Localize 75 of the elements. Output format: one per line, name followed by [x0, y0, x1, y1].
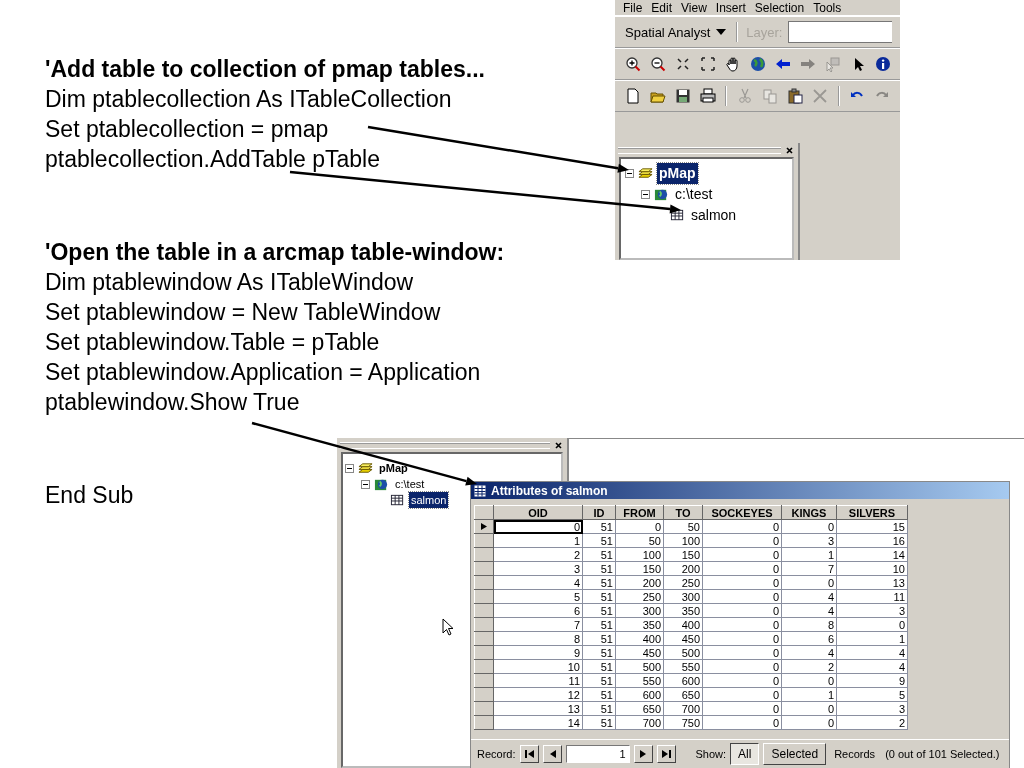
column-header[interactable]: KINGS [781, 505, 837, 520]
code-comment: 'Open the table in a arcmap table-window: [45, 238, 505, 267]
code-line: Set ptablewindow = New TableWindow [45, 298, 442, 327]
menu-item[interactable]: View [681, 0, 707, 15]
code-line: Set ptablewindow.Table = pTable [45, 328, 381, 357]
close-icon[interactable] [553, 439, 564, 451]
last-record-icon [661, 750, 671, 758]
save-icon[interactable] [674, 88, 691, 104]
window-title: Attributes of salmon [491, 483, 608, 498]
globe-icon[interactable] [749, 56, 766, 72]
info-icon[interactable] [874, 56, 891, 72]
caret-icon [716, 29, 727, 35]
grip-handle[interactable] [340, 441, 550, 449]
code-line: Set ptablewindow.Application = Application [45, 358, 482, 387]
collapse-toggle-icon[interactable] [345, 463, 354, 473]
record-field[interactable]: 1 [565, 745, 630, 763]
show-option-button[interactable]: Selected [763, 743, 827, 765]
code-comment: 'Add table to collection of pmap tables... [45, 55, 485, 84]
tree-item[interactable]: salmon [689, 205, 739, 226]
code-line: Set ptablecollection = pmap [45, 115, 330, 144]
next-record-button[interactable] [633, 745, 653, 763]
menu-item[interactable]: Tools [813, 0, 842, 15]
column-header[interactable]: SILVERS [836, 505, 908, 520]
tree-item[interactable]: pMap [657, 163, 698, 184]
menu-item[interactable]: Edit [651, 0, 673, 15]
previous-record-button[interactable] [542, 745, 562, 763]
code-line: ptablecollection.AddTable pTable [45, 145, 382, 174]
record-label: Record: [477, 748, 516, 760]
collapse-toggle-icon[interactable] [641, 190, 650, 199]
mouse-pointer-icon [442, 618, 454, 636]
fixed-zoom-out-icon[interactable] [699, 56, 716, 72]
tree-item[interactable]: c:\test [673, 184, 715, 205]
show-option-button[interactable]: All [730, 743, 760, 765]
column-header[interactable]: SOCKEYES [702, 505, 782, 520]
next-record-icon [638, 750, 648, 758]
menu-item[interactable]: File [623, 0, 643, 15]
records-label: Records [834, 748, 876, 760]
column-header[interactable]: OID [493, 505, 583, 520]
spatial-analyst-dropdown[interactable]: Spatial Analyst [623, 22, 729, 42]
tree-item[interactable]: salmon [409, 492, 449, 508]
layers-icon [358, 460, 373, 476]
code-line: End Sub [45, 481, 134, 510]
current-row-icon [481, 523, 487, 530]
paste-icon[interactable] [787, 88, 804, 104]
menu-item[interactable]: Insert [715, 0, 746, 15]
code-line: Dim ptablecollection As ITableCollection [45, 85, 453, 114]
hand-icon[interactable] [724, 56, 741, 72]
close-icon[interactable] [784, 144, 795, 156]
table-icon [390, 492, 405, 508]
layer-field[interactable] [788, 21, 892, 43]
layers-icon [638, 166, 653, 181]
fixed-zoom-in-icon[interactable] [674, 56, 691, 72]
back-arrow-icon[interactable] [774, 56, 791, 72]
column-header[interactable]: FROM [615, 505, 664, 520]
collapse-toggle-icon[interactable] [361, 479, 370, 489]
table-icon [474, 484, 486, 497]
printer-icon[interactable] [699, 88, 716, 104]
show-label: Show: [695, 748, 727, 760]
code-line: ptablewindow.Show True [45, 388, 301, 417]
column-header[interactable]: ID [582, 505, 616, 520]
first-record-button[interactable] [519, 745, 539, 763]
code-line: Dim ptablewindow As ITableWindow [45, 268, 415, 297]
database-icon [654, 187, 669, 202]
zoom-out-icon[interactable] [649, 56, 666, 72]
last-record-button[interactable] [656, 745, 676, 763]
zoom-in-icon[interactable] [624, 56, 641, 72]
records-status: (0 out of 101 Selected.) [885, 748, 1000, 760]
new-document-icon[interactable] [624, 88, 641, 104]
grip-handle[interactable] [618, 146, 781, 154]
tree-item[interactable]: pMap [377, 460, 410, 476]
menu-item[interactable]: Selection [754, 0, 805, 15]
first-record-icon [524, 750, 534, 758]
column-header[interactable]: TO [663, 505, 703, 520]
row-selector-header [474, 505, 494, 520]
tree-item[interactable]: c:\test [393, 476, 427, 492]
